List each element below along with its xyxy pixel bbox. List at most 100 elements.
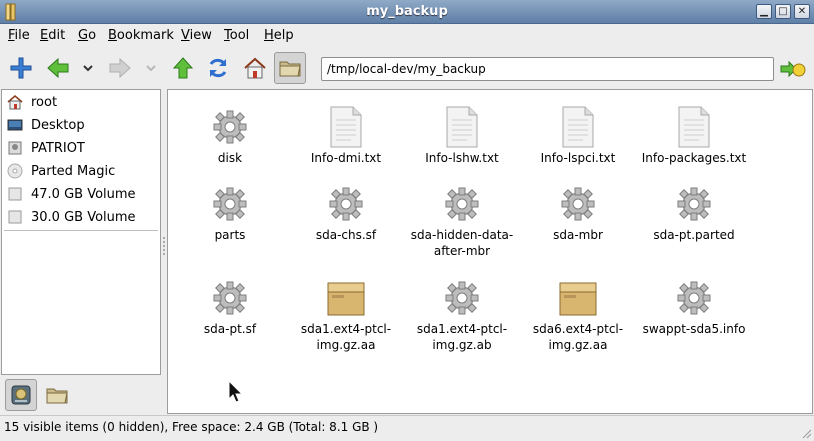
sidebar-item-label: 30.0 GB Volume <box>31 209 136 225</box>
text-file-icon <box>325 106 367 148</box>
sidebar-item-label: Desktop <box>31 117 85 133</box>
file-name: sda1.ext4-ptcl-img.gz.ab <box>416 322 508 352</box>
gear-icon <box>209 277 251 319</box>
status-text: 15 visible items (0 hidden), Free space:… <box>4 420 379 434</box>
file-name: sda-pt.sf <box>203 322 257 336</box>
drive-icon <box>6 209 24 225</box>
gear-icon <box>209 106 251 148</box>
open-folder-button[interactable] <box>274 52 306 84</box>
file-item[interactable]: sda-hidden-data-after-mbr <box>404 183 520 259</box>
file-view[interactable]: disk Info-dmi.txt Info-lshw.txt Info-lsp… <box>167 89 813 414</box>
sidebar-item-label: root <box>31 94 58 110</box>
home-button[interactable] <box>239 52 271 84</box>
up-button[interactable] <box>167 52 199 84</box>
directory-tree-icon <box>46 388 68 404</box>
menu-view[interactable]: View <box>181 28 212 43</box>
file-name: sda1.ext4-ptcl-img.gz.aa <box>300 322 392 352</box>
file-name: sda-pt.parted <box>653 228 735 242</box>
home-icon <box>6 94 24 110</box>
places-icon <box>11 385 31 405</box>
go-button[interactable] <box>779 56 807 82</box>
file-name: parts <box>214 228 246 242</box>
sidebar-item-volume-47[interactable]: 47.0 GB Volume <box>6 184 136 204</box>
sidebar-divider <box>4 230 158 231</box>
file-name: Info-dmi.txt <box>310 151 382 165</box>
gear-icon <box>325 183 367 225</box>
file-item[interactable]: parts <box>172 183 288 243</box>
file-name: sda6.ext4-ptcl-img.gz.aa <box>532 322 624 352</box>
forward-history-icon[interactable] <box>145 62 157 74</box>
file-item[interactable]: Info-packages.txt <box>636 106 752 166</box>
back-history-icon[interactable] <box>82 62 94 74</box>
file-item[interactable]: sda1.ext4-ptcl-img.gz.aa <box>288 277 404 353</box>
menu-help[interactable]: Help <box>264 28 294 43</box>
status-bar: 15 visible items (0 hidden), Free space:… <box>0 415 814 441</box>
title-bar[interactable]: my_backup ▁ □ ✕ <box>0 0 814 24</box>
reload-button[interactable] <box>202 52 234 84</box>
sidebar-item-volume-30[interactable]: 30.0 GB Volume <box>6 207 136 227</box>
new-tab-button[interactable] <box>5 52 37 84</box>
reload-icon <box>209 58 227 78</box>
sidebar-places: root Desktop PATRIOT Parted Magic 47.0 G… <box>1 89 161 375</box>
back-button[interactable] <box>42 52 74 84</box>
file-item[interactable]: sda-pt.sf <box>172 277 288 337</box>
file-item[interactable]: sda-chs.sf <box>288 183 404 243</box>
drive-icon <box>6 186 24 202</box>
mouse-cursor-icon <box>228 380 244 403</box>
minimize-button[interactable]: ▁ <box>756 4 772 19</box>
file-item[interactable]: Info-lspci.txt <box>520 106 636 166</box>
sidebar-item-label: Parted Magic <box>31 163 116 179</box>
menu-bookmark[interactable]: Bookmark <box>108 28 174 43</box>
sidebar-item-desktop[interactable]: Desktop <box>6 115 85 135</box>
desktop-icon <box>6 117 24 133</box>
back-icon <box>47 57 69 79</box>
menu-bar: File Edit Go Bookmark View Tool Help <box>0 24 814 48</box>
menu-edit[interactable]: Edit <box>40 28 65 43</box>
up-icon <box>172 57 194 79</box>
file-name: swappt-sda5.info <box>642 322 746 336</box>
file-item[interactable]: swappt-sda5.info <box>636 277 752 337</box>
archive-icon <box>557 277 599 319</box>
gear-icon <box>441 277 483 319</box>
directory-tree-tab[interactable] <box>41 379 73 411</box>
gear-icon <box>441 183 483 225</box>
gear-icon <box>209 183 251 225</box>
text-file-icon <box>441 106 483 148</box>
window-title: my_backup <box>366 4 448 19</box>
file-item[interactable]: sda1.ext4-ptcl-img.gz.ab <box>404 277 520 353</box>
cdrom-icon <box>6 163 24 179</box>
archive-icon <box>325 277 367 319</box>
new-tab-icon <box>10 57 32 79</box>
file-name: sda-mbr <box>553 228 603 242</box>
file-item[interactable]: Info-lshw.txt <box>404 106 520 166</box>
open-folder-icon <box>279 61 301 77</box>
sidebar-item-root[interactable]: root <box>6 92 57 112</box>
sidebar-item-parted-magic[interactable]: Parted Magic <box>6 161 115 181</box>
sidebar-item-label: 47.0 GB Volume <box>31 186 136 202</box>
resize-grip-icon[interactable] <box>800 427 812 439</box>
file-item[interactable]: sda-mbr <box>520 183 636 243</box>
gear-icon <box>673 277 715 319</box>
maximize-button[interactable]: □ <box>775 4 791 19</box>
file-name: disk <box>217 151 243 165</box>
menu-go[interactable]: Go <box>78 28 96 43</box>
file-item[interactable]: sda6.ext4-ptcl-img.gz.aa <box>520 277 636 353</box>
forward-button[interactable] <box>104 52 136 84</box>
file-item[interactable]: sda-pt.parted <box>636 183 752 243</box>
text-file-icon <box>673 106 715 148</box>
go-icon <box>780 60 806 78</box>
menu-file[interactable]: File <box>8 28 30 43</box>
sidebar-item-patriot[interactable]: PATRIOT <box>6 138 85 158</box>
file-item[interactable]: Info-dmi.txt <box>288 106 404 166</box>
places-tab[interactable] <box>5 379 37 411</box>
file-name: Info-lspci.txt <box>540 151 616 165</box>
usb-drive-icon <box>6 140 24 156</box>
text-file-icon <box>557 106 599 148</box>
file-name: sda-hidden-data-after-mbr <box>410 228 514 258</box>
file-item[interactable]: disk <box>172 106 288 166</box>
menu-tool[interactable]: Tool <box>224 28 249 43</box>
address-input[interactable] <box>321 57 774 81</box>
gear-icon <box>557 183 599 225</box>
forward-icon <box>109 57 131 79</box>
close-button[interactable]: ✕ <box>794 4 810 19</box>
